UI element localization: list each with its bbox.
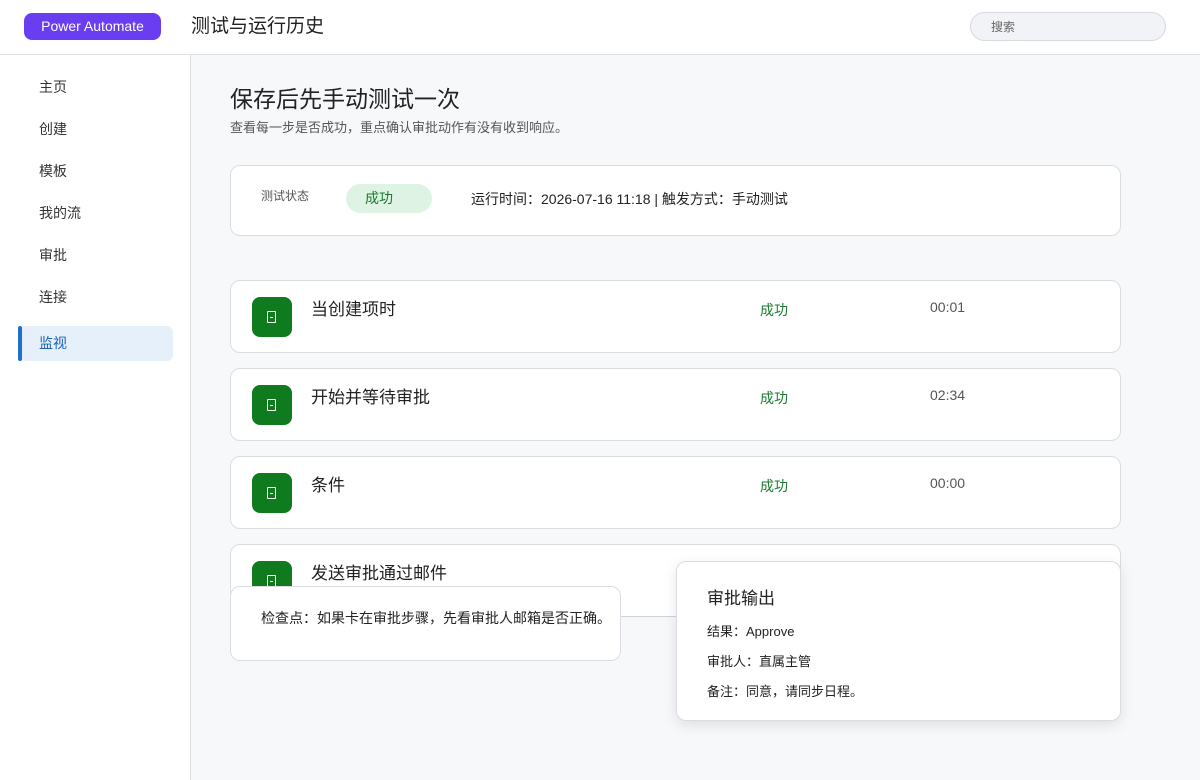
step-duration: 00:00 (930, 475, 966, 491)
step-name: 发送审批通过邮件 (311, 564, 447, 583)
step-card[interactable]: 条件 成功 00:00 (230, 456, 1121, 529)
step-status: 成功 (760, 478, 788, 494)
approval-output-popover: 审批输出 结果：Approve 审批人：直属主管 备注：同意，请同步日程。 (676, 561, 1121, 721)
sidebar-item-templates[interactable]: 模板 (18, 154, 173, 189)
checkpoint-text: 检查点：如果卡在审批步骤，先看审批人邮箱是否正确。 (261, 610, 611, 626)
brand-logo[interactable]: Power Automate (24, 13, 161, 40)
output-comment: 备注：同意，请同步日程。 (707, 684, 864, 699)
output-result: 结果：Approve (707, 624, 795, 639)
sidebar-item-connections[interactable]: 连接 (18, 280, 173, 315)
step-card[interactable]: 当创建项时 成功 00:01 (230, 280, 1121, 353)
page-subtitle: 查看每一步是否成功，重点确认审批动作有没有收到响应。 (230, 120, 569, 135)
document-icon (252, 473, 292, 513)
connector-line (621, 616, 676, 617)
status-badge: 成功 (346, 184, 432, 213)
step-status: 成功 (760, 390, 788, 406)
search-input[interactable] (970, 12, 1166, 41)
step-name: 开始并等待审批 (311, 388, 430, 407)
output-approver: 审批人：直属主管 (707, 654, 812, 669)
sidebar-item-create[interactable]: 创建 (18, 112, 173, 147)
document-icon (252, 385, 292, 425)
test-status-card: 测试状态 成功 运行时间：2026-07-16 11:18 | 触发方式：手动测… (230, 165, 1121, 236)
page-title: 保存后先手动测试一次 (230, 86, 460, 112)
step-card[interactable]: 开始并等待审批 成功 02:34 (230, 368, 1121, 441)
step-duration: 00:01 (930, 299, 966, 315)
step-name: 当创建项时 (311, 300, 396, 319)
sidebar-item-approvals[interactable]: 审批 (18, 238, 173, 273)
page-header-title: 测试与运行历史 (191, 16, 325, 37)
step-duration: 02:34 (930, 387, 966, 403)
test-status-label: 测试状态 (261, 189, 310, 203)
sidebar: 主页 创建 模板 我的流 审批 连接 监视 (0, 55, 191, 780)
sidebar-item-my-flows[interactable]: 我的流 (18, 196, 173, 231)
popover-title: 审批输出 (707, 589, 775, 608)
step-status: 成功 (760, 302, 788, 318)
sidebar-item-home[interactable]: 主页 (18, 70, 173, 105)
checkpoint-note: 检查点：如果卡在审批步骤，先看审批人邮箱是否正确。 (230, 586, 621, 661)
sidebar-item-monitor[interactable]: 监视 (18, 326, 173, 361)
top-bar: Power Automate 测试与运行历史 (0, 0, 1200, 55)
run-meta: 运行时间：2026-07-16 11:18 | 触发方式：手动测试 (471, 191, 788, 207)
step-name: 条件 (311, 476, 345, 495)
document-icon (252, 297, 292, 337)
